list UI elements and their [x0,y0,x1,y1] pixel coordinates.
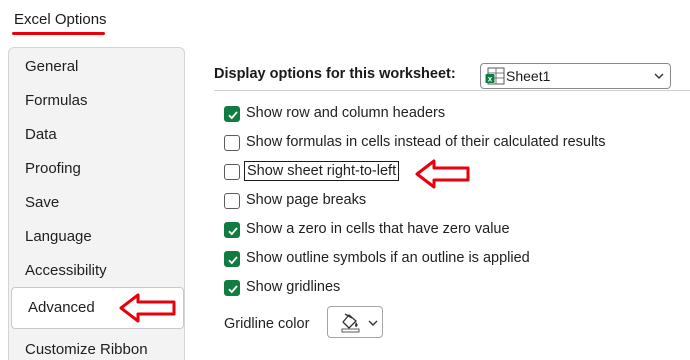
svg-text:x: x [488,75,493,84]
title-underline-annotation [12,32,105,35]
option-label-highlighted: Show sheet right-to-left [244,161,400,181]
advanced-options-panel: Display options for this worksheet: x Sh… [200,47,690,360]
advanced-annotation-arrow-icon [119,293,176,323]
checkmark-icon [228,111,238,120]
option-label: Show page breaks [246,192,367,208]
checkbox-checked[interactable] [224,106,240,122]
gridline-color-label: Gridline color [224,316,310,332]
right-to-left-annotation-arrow-icon [415,159,470,189]
excel-sheet-icon: x [485,67,505,85]
chevron-down-icon [368,320,378,326]
option-label: Show gridlines [246,279,341,295]
sidebar-item-customize-ribbon[interactable]: Customize Ribbon [9,333,184,360]
paint-bucket-icon [341,313,360,333]
sheet-select[interactable]: x Sheet1 [480,63,671,89]
option-label: Show formulas in cells instead of their … [246,134,606,150]
chevron-down-icon [654,73,664,79]
checkmark-icon [228,285,238,294]
sheet-select-value: Sheet1 [506,68,551,84]
sidebar-item-data[interactable]: Data [9,118,184,152]
checkbox-checked[interactable] [224,280,240,296]
worksheet-section-header: Display options for this worksheet: [214,66,456,82]
sidebar-item-general[interactable]: General [9,50,184,84]
sidebar-item-accessibility[interactable]: Accessibility [9,254,184,288]
option-label: Show row and column headers [246,105,446,121]
sidebar-item-formulas[interactable]: Formulas [9,84,184,118]
checkbox-unchecked[interactable] [224,164,240,180]
section-divider [214,90,690,91]
checkbox-unchecked[interactable] [224,135,240,151]
checkbox-checked[interactable] [224,251,240,267]
option-label: Show outline symbols if an outline is ap… [246,250,530,266]
checkbox-checked[interactable] [224,222,240,238]
title-bar: Excel Options [0,0,690,40]
checkbox-unchecked[interactable] [224,193,240,209]
sidebar-item-proofing[interactable]: Proofing [9,152,184,186]
option-label: Show a zero in cells that have zero valu… [246,221,510,237]
checkmark-icon [228,256,238,265]
checkmark-icon [228,227,238,236]
gridline-color-button[interactable] [327,306,383,338]
window-title: Excel Options [14,11,107,28]
sidebar-item-save[interactable]: Save [9,186,184,220]
sidebar-item-language[interactable]: Language [9,220,184,254]
